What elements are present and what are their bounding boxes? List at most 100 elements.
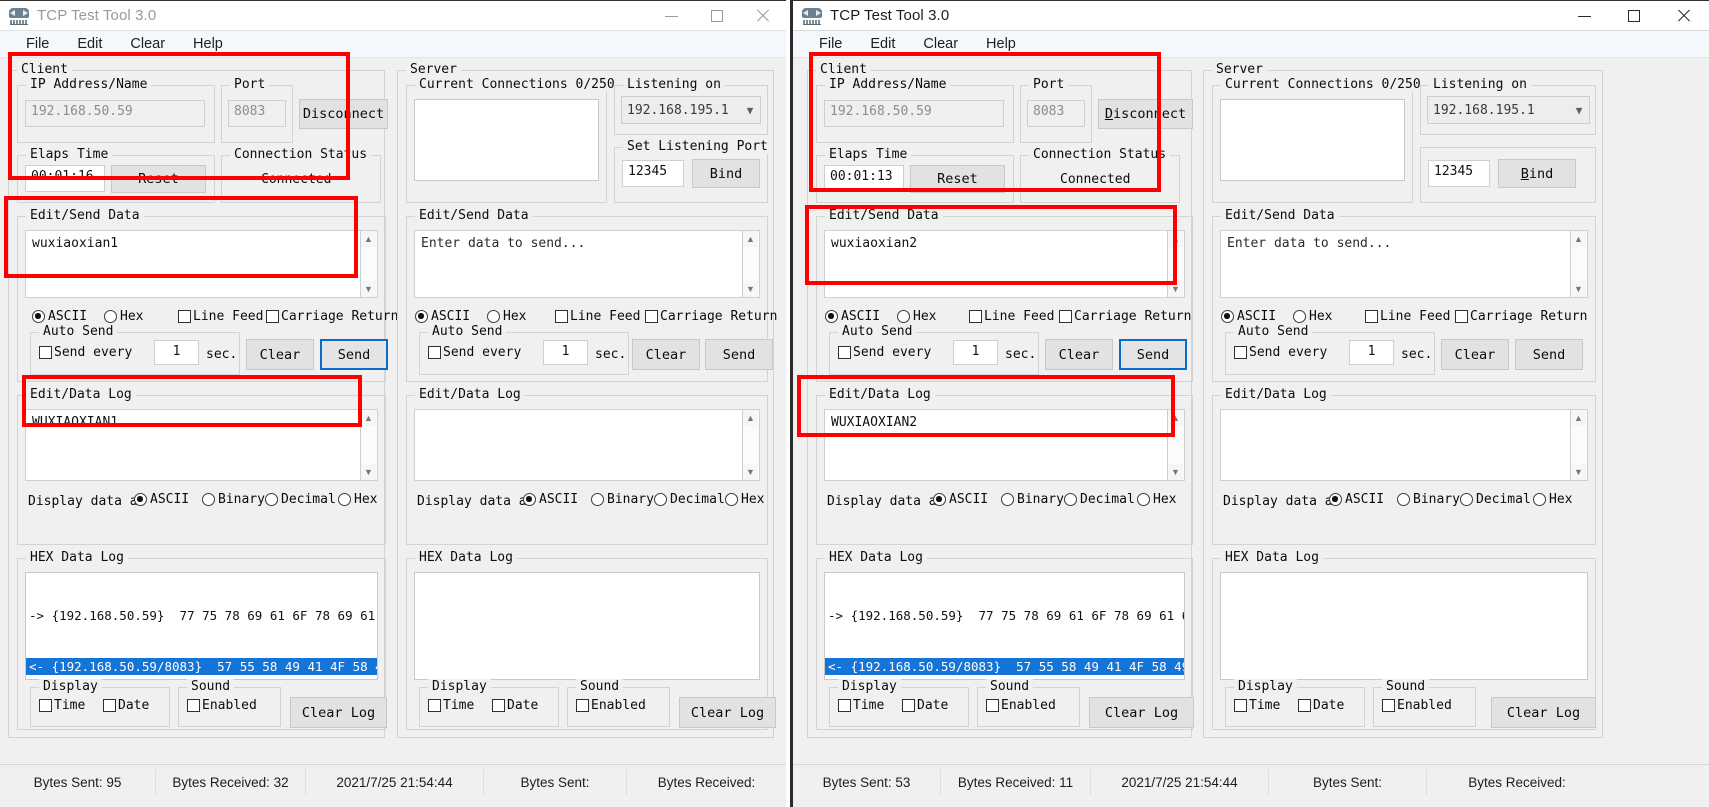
- bind-button-left[interactable]: Bind: [692, 159, 760, 188]
- sound-enabled-checkbox-right[interactable]: Enabled: [986, 698, 1056, 713]
- server-clear-send-button-right[interactable]: Clear: [1441, 339, 1509, 370]
- server-send-button-right[interactable]: Send: [1515, 339, 1583, 370]
- scroll-up-icon[interactable]: ▲: [743, 410, 758, 426]
- scroll-down-icon[interactable]: ▼: [1168, 464, 1183, 480]
- send-data-textarea-left[interactable]: wuxiaoxian1: [25, 230, 361, 298]
- data-log-textarea-left[interactable]: WUXIAOXIAN1: [25, 409, 361, 481]
- server-display-hex-radio-right[interactable]: Hex: [1533, 492, 1572, 507]
- maximize-button[interactable]: [1609, 1, 1659, 31]
- clear-log-button-left[interactable]: Clear Log: [290, 697, 387, 728]
- scroll-down-icon[interactable]: ▼: [1168, 281, 1183, 297]
- server-display-decimal-radio-right[interactable]: Decimal: [1460, 492, 1531, 507]
- server-hex-log-pane-right[interactable]: [1220, 572, 1588, 680]
- server-display-ascii-radio-left[interactable]: ASCII: [523, 492, 578, 507]
- server-send-interval-input-left[interactable]: 1: [543, 340, 588, 365]
- port-input-right[interactable]: 8083: [1027, 100, 1085, 127]
- scroll-up-icon[interactable]: ▲: [1571, 410, 1586, 426]
- server-send-every-checkbox-left[interactable]: Send every: [428, 345, 521, 360]
- display-ascii-radio-left[interactable]: ASCII: [134, 492, 189, 507]
- server-send-ascii-radio-left[interactable]: ASCII: [415, 309, 470, 324]
- port-input-left[interactable]: 8083: [228, 100, 286, 127]
- menu-file[interactable]: File: [12, 31, 63, 57]
- send-format-hex-radio-right[interactable]: Hex: [897, 309, 936, 324]
- display-time-checkbox-left[interactable]: Time: [39, 698, 85, 713]
- menu-file[interactable]: File: [805, 31, 856, 57]
- server-display-ascii-radio-right[interactable]: ASCII: [1329, 492, 1384, 507]
- minimize-button[interactable]: [648, 1, 694, 31]
- sound-enabled-checkbox-left[interactable]: Enabled: [187, 698, 257, 713]
- scroll-down-icon[interactable]: ▼: [361, 281, 376, 297]
- server-carriage-return-checkbox-left[interactable]: Carriage Return: [645, 309, 777, 324]
- send-every-checkbox-right[interactable]: Send every: [838, 345, 931, 360]
- server-clear-log-button-left[interactable]: Clear Log: [679, 697, 776, 728]
- server-send-hex-radio-right[interactable]: Hex: [1293, 309, 1332, 324]
- send-button-left[interactable]: Send: [320, 339, 388, 370]
- display-date-checkbox-right[interactable]: Date: [902, 698, 948, 713]
- server-send-ascii-radio-right[interactable]: ASCII: [1221, 309, 1276, 324]
- server-display-date-checkbox-left[interactable]: Date: [492, 698, 538, 713]
- data-log-textarea-right[interactable]: WUXIAOXIAN2: [824, 409, 1168, 481]
- scroll-down-icon[interactable]: ▼: [743, 464, 758, 480]
- listening-port-input-left[interactable]: 12345: [622, 160, 684, 187]
- scroll-down-icon[interactable]: ▼: [361, 464, 376, 480]
- scroll-down-icon[interactable]: ▼: [1571, 281, 1586, 297]
- server-display-binary-radio-right[interactable]: Binary: [1397, 492, 1460, 507]
- scroll-down-icon[interactable]: ▼: [1571, 464, 1586, 480]
- display-binary-radio-left[interactable]: Binary: [202, 492, 265, 507]
- scroll-up-icon[interactable]: ▲: [361, 231, 376, 247]
- hex-log-pane-left[interactable]: -> {192.168.50.59} 77 75 78 69 61 6F 78 …: [25, 572, 378, 680]
- send-interval-input-left[interactable]: 1: [154, 340, 199, 365]
- scroll-down-icon[interactable]: ▼: [743, 281, 758, 297]
- send-data-textarea-right[interactable]: wuxiaoxian2: [824, 230, 1168, 298]
- disconnect-button-right[interactable]: Disconnect: [1098, 99, 1193, 129]
- disconnect-button-left[interactable]: Disconnect: [299, 99, 388, 129]
- server-data-log-scrollbar-left[interactable]: ▲ ▼: [743, 409, 760, 481]
- server-send-scrollbar-right[interactable]: ▲ ▼: [1571, 230, 1588, 298]
- server-display-binary-radio-left[interactable]: Binary: [591, 492, 654, 507]
- server-send-scrollbar-left[interactable]: ▲ ▼: [743, 230, 760, 298]
- scroll-up-icon[interactable]: ▲: [361, 410, 376, 426]
- server-display-date-checkbox-right[interactable]: Date: [1298, 698, 1344, 713]
- ip-input-left[interactable]: 192.168.50.59: [25, 100, 205, 127]
- send-button-right[interactable]: Send: [1119, 339, 1187, 370]
- server-send-textarea-left[interactable]: Enter data to send...: [414, 230, 743, 298]
- server-display-hex-radio-left[interactable]: Hex: [725, 492, 764, 507]
- server-data-log-textarea-right[interactable]: [1220, 409, 1571, 481]
- server-clear-send-button-left[interactable]: Clear: [632, 339, 700, 370]
- server-display-time-checkbox-right[interactable]: Time: [1234, 698, 1280, 713]
- server-send-interval-input-right[interactable]: 1: [1349, 340, 1394, 365]
- data-log-scrollbar-left[interactable]: ▲ ▼: [361, 409, 378, 481]
- server-display-decimal-radio-left[interactable]: Decimal: [654, 492, 725, 507]
- send-every-checkbox-left[interactable]: Send every: [39, 345, 132, 360]
- server-sound-enabled-checkbox-left[interactable]: Enabled: [576, 698, 646, 713]
- close-button[interactable]: [1659, 1, 1709, 31]
- server-hex-log-pane-left[interactable]: [414, 572, 760, 680]
- menu-help[interactable]: Help: [179, 31, 237, 57]
- send-data-scrollbar-right[interactable]: ▲ ▼: [1168, 230, 1185, 298]
- data-log-scrollbar-right[interactable]: ▲ ▼: [1168, 409, 1185, 481]
- line-feed-checkbox-right[interactable]: Line Feed: [969, 309, 1054, 324]
- server-line-feed-checkbox-right[interactable]: Line Feed: [1365, 309, 1450, 324]
- send-format-ascii-radio-right[interactable]: ASCII: [825, 309, 880, 324]
- menu-help[interactable]: Help: [972, 31, 1030, 57]
- menu-clear[interactable]: Clear: [909, 31, 972, 57]
- ip-input-right[interactable]: 192.168.50.59: [824, 100, 1004, 127]
- menu-edit[interactable]: Edit: [63, 31, 116, 57]
- display-ascii-radio-right[interactable]: ASCII: [933, 492, 988, 507]
- server-carriage-return-checkbox-right[interactable]: Carriage Return: [1455, 309, 1587, 324]
- hex-log-pane-right[interactable]: -> {192.168.50.59} 77 75 78 69 61 6F 78 …: [824, 572, 1185, 680]
- server-data-log-textarea-left[interactable]: [414, 409, 743, 481]
- reset-button-left[interactable]: Reset: [111, 165, 206, 193]
- listening-port-input-right[interactable]: 12345: [1428, 160, 1490, 187]
- scroll-up-icon[interactable]: ▲: [743, 231, 758, 247]
- server-send-hex-radio-left[interactable]: Hex: [487, 309, 526, 324]
- listening-on-combo-left[interactable]: 192.168.195.1 ▼: [621, 96, 761, 124]
- display-hex-radio-right[interactable]: Hex: [1137, 492, 1176, 507]
- carriage-return-checkbox-right[interactable]: Carriage Return: [1059, 309, 1191, 324]
- close-button[interactable]: [740, 1, 786, 31]
- display-decimal-radio-left[interactable]: Decimal: [265, 492, 336, 507]
- server-sound-enabled-checkbox-right[interactable]: Enabled: [1382, 698, 1452, 713]
- server-display-time-checkbox-left[interactable]: Time: [428, 698, 474, 713]
- clear-send-button-right[interactable]: Clear: [1045, 339, 1113, 370]
- server-line-feed-checkbox-left[interactable]: Line Feed: [555, 309, 640, 324]
